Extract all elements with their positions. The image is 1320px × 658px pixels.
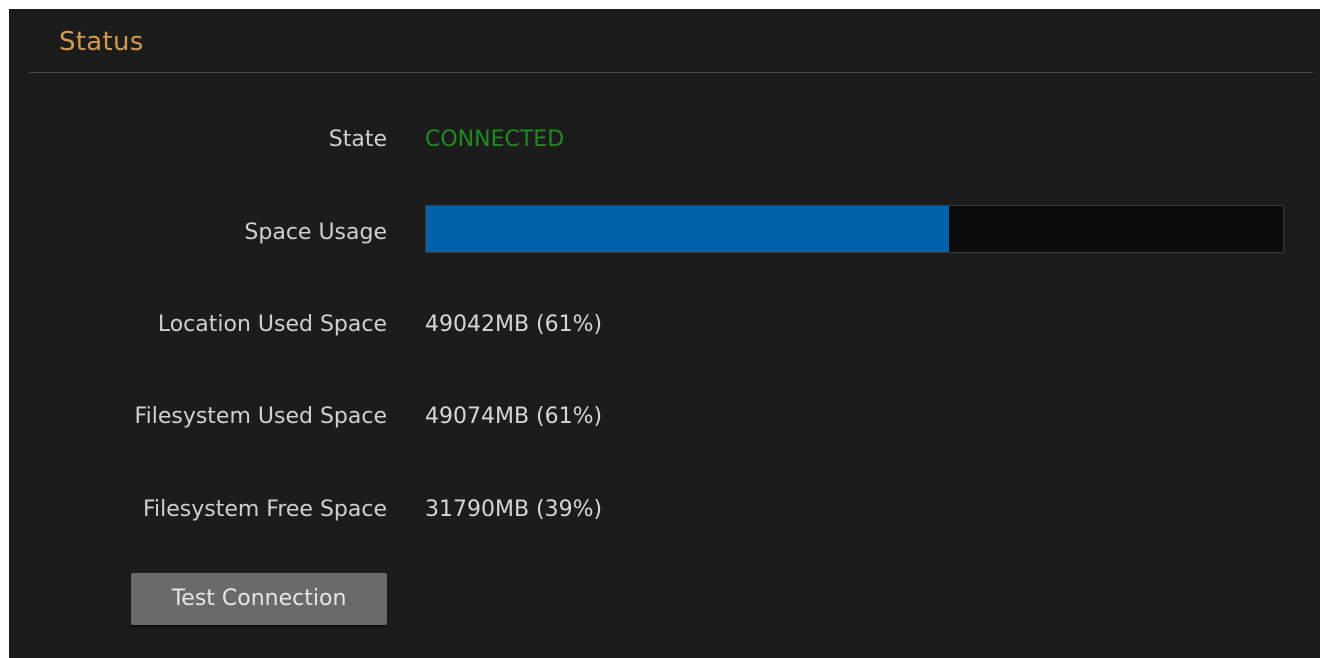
location-used-space-value: 49042MB (61%) — [425, 312, 603, 337]
location-used-space-label: Location Used Space — [157, 312, 387, 337]
space-usage-label: Space Usage — [244, 220, 387, 245]
panel-title: Status — [59, 27, 144, 57]
filesystem-used-space-label: Filesystem Used Space — [134, 404, 387, 429]
filesystem-free-space-label: Filesystem Free Space — [142, 497, 387, 522]
filesystem-free-space-row: Filesystem Free Space 31790MB (39%) — [9, 490, 1320, 530]
title-divider — [29, 72, 1313, 73]
space-usage-progress-bar — [425, 205, 1284, 253]
status-panel: Status State CONNECTED Space Usage Locat… — [9, 9, 1320, 658]
state-label: State — [328, 127, 387, 152]
test-connection-button[interactable]: Test Connection — [131, 573, 387, 625]
space-usage-progress-fill — [426, 206, 949, 252]
filesystem-free-space-value: 31790MB (39%) — [425, 497, 603, 522]
location-used-space-row: Location Used Space 49042MB (61%) — [9, 305, 1320, 345]
filesystem-used-space-value: 49074MB (61%) — [425, 404, 603, 429]
filesystem-used-space-row: Filesystem Used Space 49074MB (61%) — [9, 397, 1320, 437]
state-value: CONNECTED — [425, 127, 565, 152]
state-row: State CONNECTED — [9, 120, 1320, 160]
